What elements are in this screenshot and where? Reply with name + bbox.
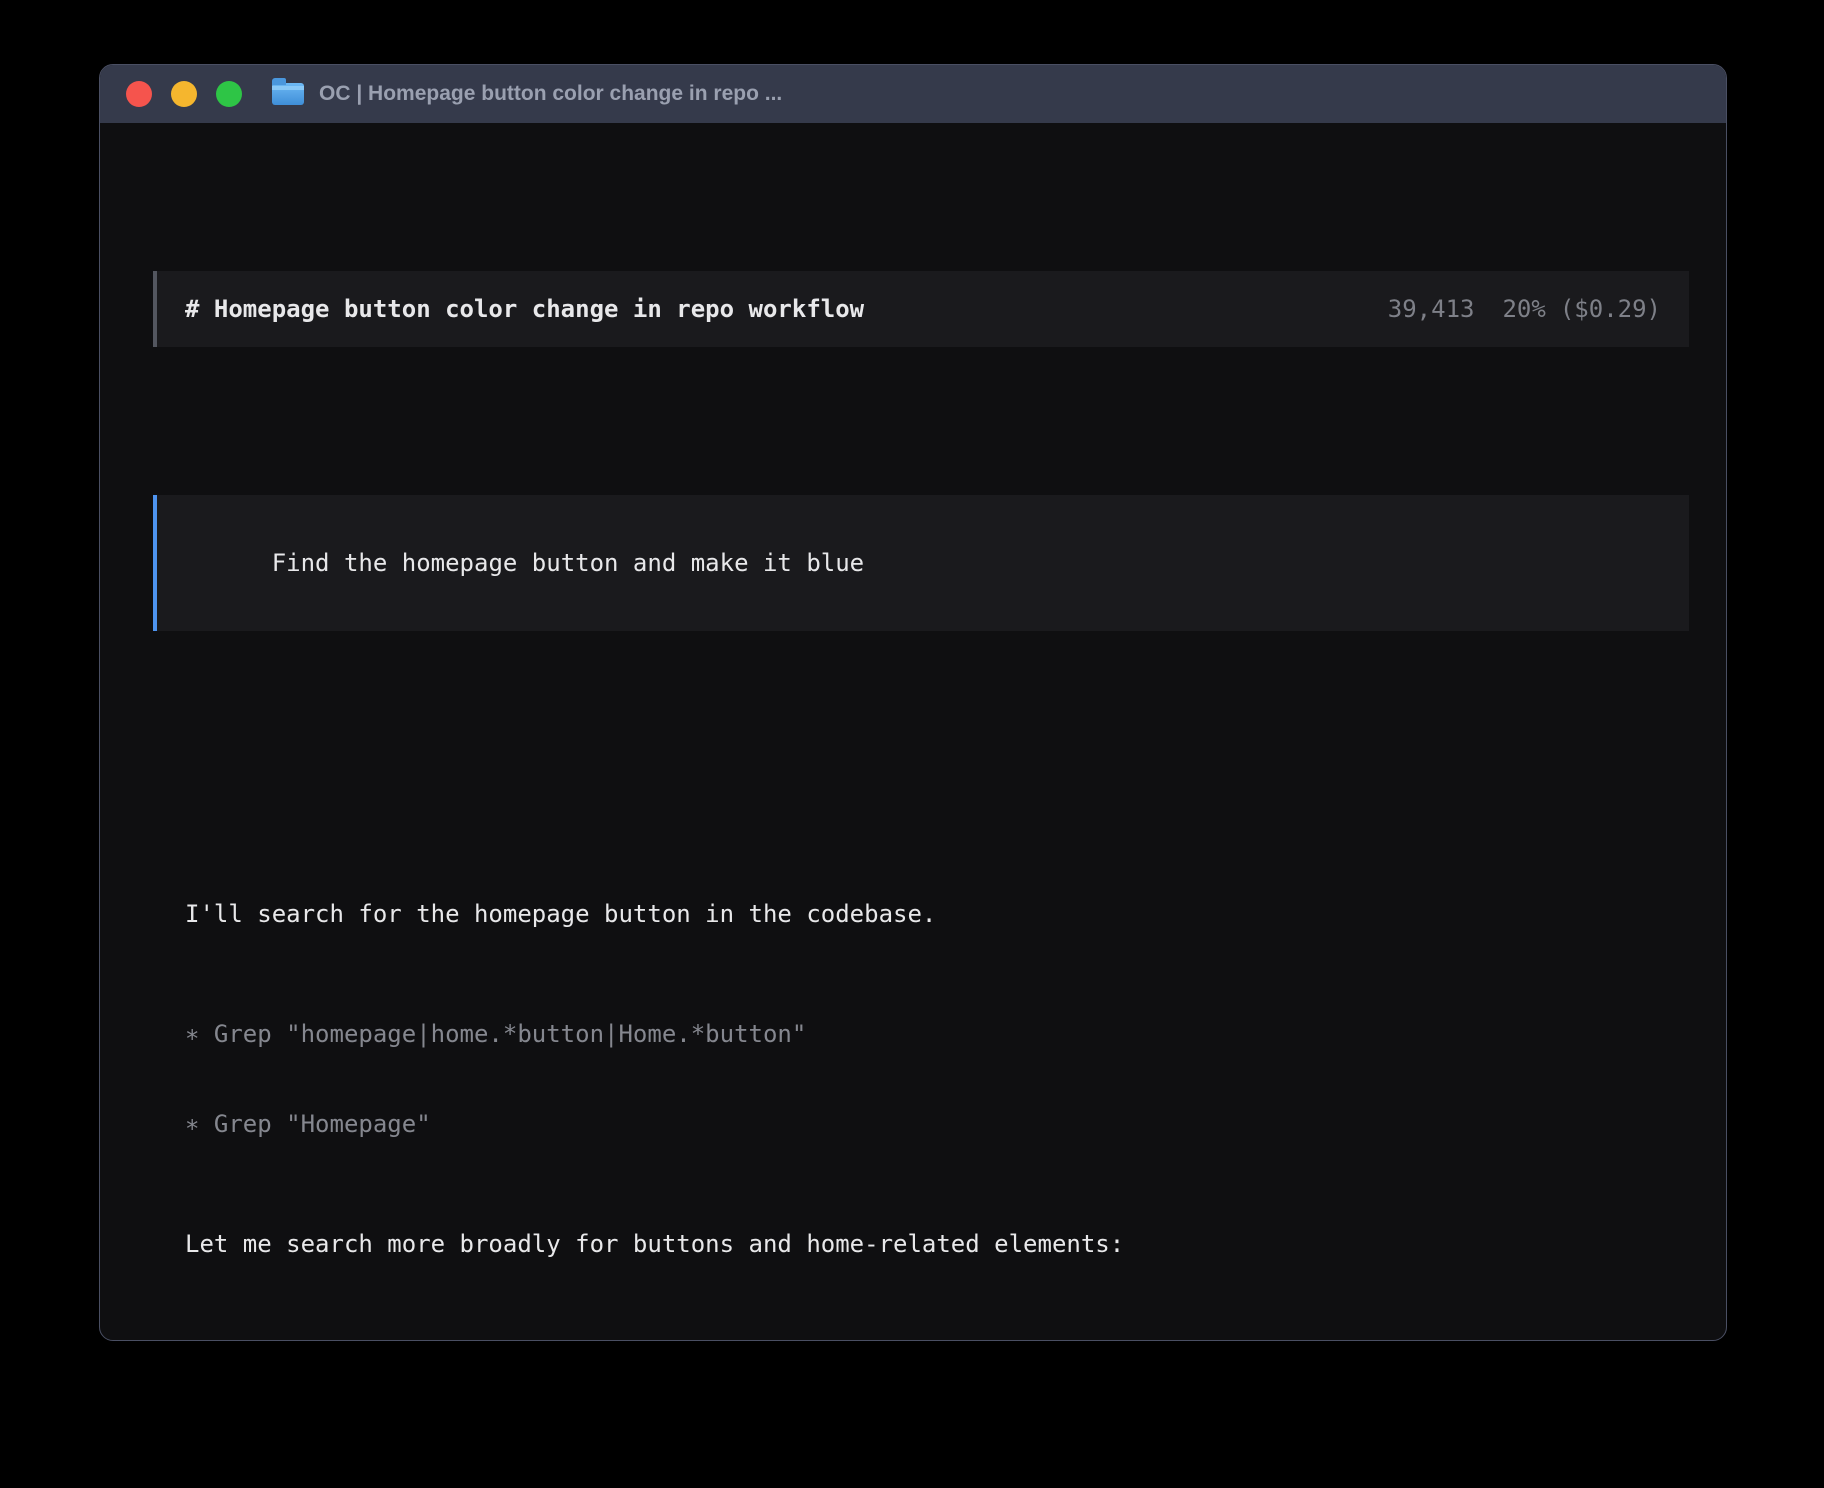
folder-icon[interactable] <box>272 83 304 105</box>
window-titlebar[interactable]: OC | Homepage button color change in rep… <box>100 65 1726 123</box>
session-title: # Homepage button color change in repo w… <box>185 294 864 324</box>
session-header: # Homepage button color change in repo w… <box>153 271 1689 347</box>
session-stats: 39,413 20% ($0.29) <box>1388 294 1661 324</box>
tool-call-grep: ∗ Grep "Homepage" <box>185 1109 1689 1139</box>
user-message: Find the homepage button and make it blu… <box>153 495 1689 631</box>
close-button[interactable] <box>126 81 152 107</box>
assistant-transcript: I'll search for the homepage button in t… <box>185 839 1689 1341</box>
traffic-lights <box>126 81 242 107</box>
token-count: 39,413 <box>1388 295 1475 323</box>
terminal-window: OC | Homepage button color change in rep… <box>99 64 1727 1341</box>
tool-call-grep: ∗ Grep "homepage|home.*button|Home.*butt… <box>185 1019 1689 1049</box>
session-cost: ($0.29) <box>1560 295 1661 323</box>
user-message-text: Find the homepage button and make it blu… <box>272 549 864 577</box>
zoom-button[interactable] <box>216 81 242 107</box>
terminal-content: # Homepage button color change in repo w… <box>100 123 1726 1341</box>
assistant-text: Let me search more broadly for buttons a… <box>185 1229 1689 1259</box>
assistant-text: I'll search for the homepage button in t… <box>185 899 1689 929</box>
window-title: OC | Homepage button color change in rep… <box>319 82 782 106</box>
context-percent: 20% <box>1502 295 1545 323</box>
minimize-button[interactable] <box>171 81 197 107</box>
